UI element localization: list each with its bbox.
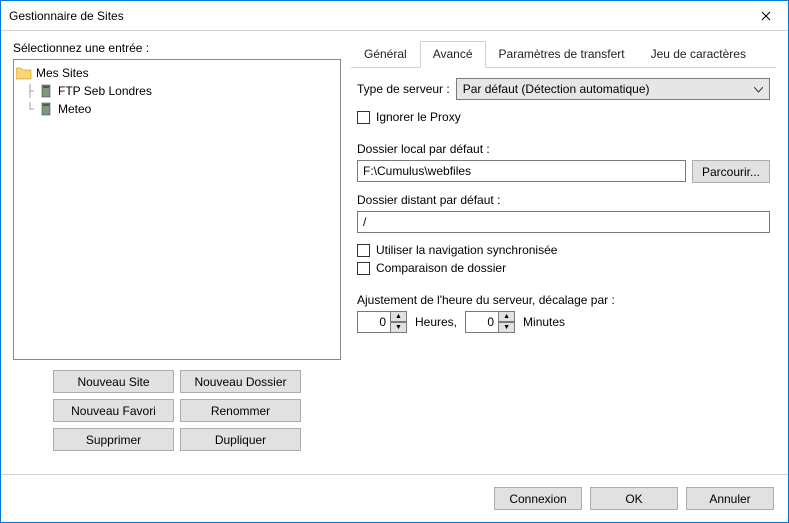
right-panel: Général Avancé Paramètres de transfert J… xyxy=(351,41,776,451)
new-bookmark-button[interactable]: Nouveau Favori xyxy=(53,399,174,422)
rename-button[interactable]: Renommer xyxy=(180,399,301,422)
tree-item[interactable]: └ Meteo xyxy=(16,100,338,118)
dir-compare-label: Comparaison de dossier xyxy=(376,261,506,275)
local-dir-input[interactable]: F:\Cumulus\webfiles xyxy=(357,160,686,182)
minutes-spinner[interactable]: 0 ▲ ▼ xyxy=(465,311,515,333)
spinner-down-icon[interactable]: ▼ xyxy=(499,322,515,333)
tab-advanced[interactable]: Avancé xyxy=(420,41,486,68)
new-site-button[interactable]: Nouveau Site xyxy=(53,370,174,393)
server-type-value: Par défaut (Détection automatique) xyxy=(463,82,650,96)
tree-connector-icon: ├ xyxy=(22,84,38,98)
spinner-down-icon[interactable]: ▼ xyxy=(391,322,407,333)
duplicate-button[interactable]: Dupliquer xyxy=(180,428,301,451)
tree-root[interactable]: Mes Sites xyxy=(16,64,338,82)
tree-item-label: Meteo xyxy=(58,102,91,116)
minutes-value: 0 xyxy=(465,311,499,333)
new-folder-button[interactable]: Nouveau Dossier xyxy=(180,370,301,393)
sync-browsing-label: Utiliser la navigation synchronisée xyxy=(376,243,557,257)
close-button[interactable] xyxy=(743,1,788,30)
ignore-proxy-checkbox[interactable]: Ignorer le Proxy xyxy=(357,110,770,124)
chevron-down-icon xyxy=(754,82,763,96)
site-manager-window: Gestionnaire de Sites Sélectionnez une e… xyxy=(0,0,789,523)
select-entry-label: Sélectionnez une entrée : xyxy=(13,41,341,55)
tree-item[interactable]: ├ FTP Seb Londres xyxy=(16,82,338,100)
time-offset-label: Ajustement de l'heure du serveur, décala… xyxy=(357,293,770,307)
site-buttons: Nouveau Site Nouveau Dossier Nouveau Fav… xyxy=(13,370,341,451)
tree-root-label: Mes Sites xyxy=(36,66,89,80)
local-dir-label: Dossier local par défaut : xyxy=(357,142,770,156)
dir-compare-checkbox[interactable]: Comparaison de dossier xyxy=(357,261,770,275)
titlebar: Gestionnaire de Sites xyxy=(1,1,788,31)
server-icon xyxy=(38,102,54,116)
tab-transfer[interactable]: Paramètres de transfert xyxy=(486,41,638,68)
server-type-select[interactable]: Par défaut (Détection automatique) xyxy=(456,78,770,100)
spinner-up-icon[interactable]: ▲ xyxy=(391,311,407,322)
tab-bar: Général Avancé Paramètres de transfert J… xyxy=(351,41,776,68)
footer: Connexion OK Annuler xyxy=(1,474,788,522)
site-tree[interactable]: Mes Sites ├ FTP Seb Londres └ Me xyxy=(13,59,341,360)
hours-value: 0 xyxy=(357,311,391,333)
server-icon xyxy=(38,84,54,98)
minutes-label: Minutes xyxy=(523,315,565,329)
cancel-button[interactable]: Annuler xyxy=(686,487,774,510)
remote-dir-input[interactable]: / xyxy=(357,211,770,233)
hours-spinner[interactable]: 0 ▲ ▼ xyxy=(357,311,407,333)
server-type-label: Type de serveur : xyxy=(357,82,450,96)
tab-charset[interactable]: Jeu de caractères xyxy=(638,41,759,68)
ok-button[interactable]: OK xyxy=(590,487,678,510)
sync-browsing-checkbox[interactable]: Utiliser la navigation synchronisée xyxy=(357,243,770,257)
connect-button[interactable]: Connexion xyxy=(494,487,582,510)
close-icon xyxy=(761,11,771,21)
delete-button[interactable]: Supprimer xyxy=(53,428,174,451)
window-title: Gestionnaire de Sites xyxy=(9,9,743,23)
checkbox-icon xyxy=(357,262,370,275)
checkbox-icon xyxy=(357,111,370,124)
checkbox-icon xyxy=(357,244,370,257)
spinner-up-icon[interactable]: ▲ xyxy=(499,311,515,322)
left-panel: Sélectionnez une entrée : Mes Sites ├ FT… xyxy=(13,41,341,451)
folder-icon xyxy=(16,66,32,80)
tab-content-advanced: Type de serveur : Par défaut (Détection … xyxy=(351,68,776,349)
ignore-proxy-label: Ignorer le Proxy xyxy=(376,110,461,124)
tab-general[interactable]: Général xyxy=(351,41,420,68)
tree-connector-icon: └ xyxy=(22,102,38,116)
browse-button[interactable]: Parcourir... xyxy=(692,160,770,183)
content-area: Sélectionnez une entrée : Mes Sites ├ FT… xyxy=(1,31,788,461)
hours-label: Heures, xyxy=(415,315,457,329)
tree-item-label: FTP Seb Londres xyxy=(58,84,152,98)
remote-dir-label: Dossier distant par défaut : xyxy=(357,193,770,207)
